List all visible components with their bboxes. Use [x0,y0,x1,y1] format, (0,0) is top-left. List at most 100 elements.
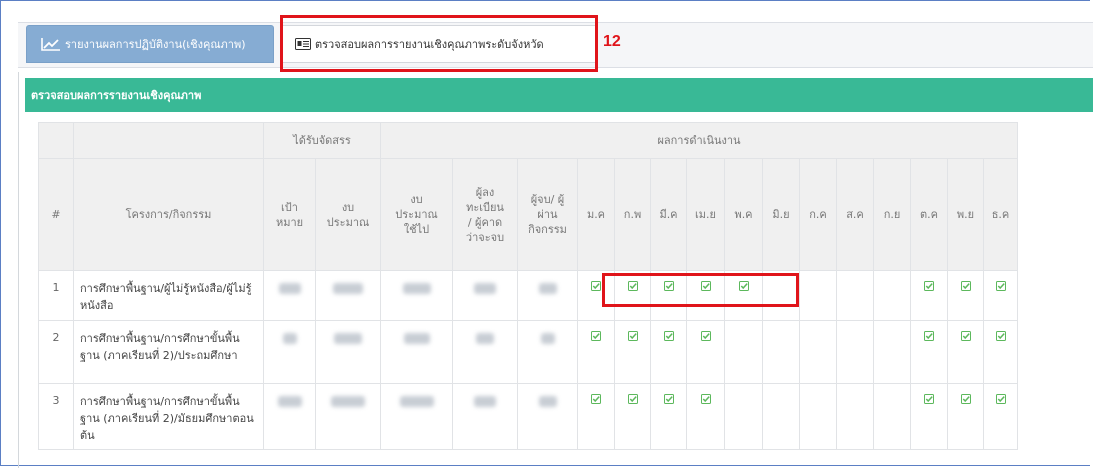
budget-used-value-blurred [380,383,453,450]
header-target: เป้า หมาย [263,158,316,271]
highlight-box-checks [602,273,799,307]
header-month: ม.ค [577,158,615,271]
month-status-cell [650,383,687,450]
month-status-cell [799,383,837,450]
month-status-cell [947,383,984,450]
header-month: มิ.ย [762,158,800,271]
month-status-cell [686,383,725,450]
month-status-cell [836,270,874,321]
month-status-cell [577,383,615,450]
checkbox-checked-icon [960,331,971,344]
budget-used-value-blurred [380,270,453,321]
month-status-cell [724,383,763,450]
header-index: # [38,158,74,271]
month-status-cell [873,320,911,384]
header-month: ต.ค [910,158,948,271]
month-status-cell [873,270,911,321]
graduated-value-blurred [517,383,578,450]
header-month: พ.ย [947,158,984,271]
month-status-cell [650,320,687,384]
header-registered: ผู้ลง ทะเบียน / ผู้คาด ว่าจะจบ [452,158,518,271]
registered-value-blurred [452,383,518,450]
registered-value-blurred [452,270,518,321]
checkbox-checked-icon [960,394,971,407]
row-index: 3 [38,383,74,450]
tab-quality-report[interactable]: รายงานผลการปฏิบัติงาน(เชิงคุณภาพ) [26,25,274,63]
line-chart-icon [41,38,60,51]
month-status-cell [614,383,651,450]
budget-used-value-blurred [380,320,453,384]
month-status-cell [983,270,1018,321]
registered-value-blurred [452,320,518,384]
checkbox-checked-icon [627,394,638,407]
graduated-value-blurred [517,270,578,321]
header-month: ก.พ [614,158,651,271]
month-status-cell [947,270,984,321]
target-value-blurred [263,270,316,321]
checkbox-checked-icon [591,281,601,294]
checkbox-checked-icon [700,394,711,407]
row-index: 2 [38,320,74,384]
budget-value-blurred [315,270,381,321]
header-month: ส.ค [836,158,874,271]
header-month: ธ.ค [983,158,1018,271]
header-month: พ.ค [724,158,763,271]
month-status-cell [947,320,984,384]
checkbox-checked-icon [960,281,971,294]
checkbox-checked-icon [663,331,674,344]
month-status-cell [983,320,1018,384]
checkbox-checked-icon [924,281,934,294]
header-allocated: ได้รับจัดสรร [263,122,381,159]
budget-value-blurred [315,383,381,450]
header-project: โครงการ/กิจกรรม [73,158,264,271]
budget-value-blurred [315,320,381,384]
panel-title: ตรวจสอบผลการรายงานเชิงคุณภาพ [25,78,1093,112]
month-status-cell [873,383,911,450]
checkbox-checked-icon [700,331,711,344]
header-month: ก.ค [799,158,837,271]
graduated-value-blurred [517,320,578,384]
checkbox-checked-icon [591,331,601,344]
checkbox-checked-icon [627,331,638,344]
checkbox-checked-icon [924,394,934,407]
month-status-cell [983,383,1018,450]
header-month: ก.ย [873,158,911,271]
header-month: มี.ค [650,158,687,271]
checkbox-checked-icon [995,281,1006,294]
table-row: 3 การศึกษาพื้นฐาน/การศึกษาขั้นพื้นฐาน (ภา… [38,383,1018,450]
header-budget: งบ ประมาณ [315,158,381,271]
month-status-cell [799,270,837,321]
month-status-cell [762,320,800,384]
project-name: การศึกษาพื้นฐาน/การศึกษาขั้นพื้นฐาน (ภาค… [73,383,264,450]
highlight-box-tab [280,15,598,72]
header-budget-used: งบ ประมาณ ใช้ไป [380,158,453,271]
project-name: การศึกษาพื้นฐาน/การศึกษาขั้นพื้นฐาน (ภาค… [73,320,264,384]
results-table: ได้รับจัดสรร ผลการดำเนินงาน # โครงการ/กิ… [38,122,1018,450]
checkbox-checked-icon [995,394,1006,407]
month-status-cell [836,383,874,450]
month-status-cell [762,383,800,450]
checkbox-checked-icon [591,394,601,407]
checkbox-checked-icon [995,331,1006,344]
header-month: เม.ย [686,158,725,271]
month-status-cell [724,320,763,384]
table-row: 1 การศึกษาพื้นฐาน/ผู้ไม่รู้หนังสือ/ผู้ไม่… [38,270,1018,321]
project-name: การศึกษาพื้นฐาน/ผู้ไม่รู้หนังสือ/ผู้ไม่ร… [73,270,264,321]
header-results: ผลการดำเนินงาน [380,122,1018,159]
month-status-cell [686,320,725,384]
row-index: 1 [38,270,74,321]
month-status-cell [614,320,651,384]
annotation-number: 12 [603,33,621,50]
target-value-blurred [263,383,316,450]
checkbox-checked-icon [663,394,674,407]
checkbox-checked-icon [924,331,934,344]
month-status-cell [577,320,615,384]
month-status-cell [910,270,948,321]
table-row: 2 การศึกษาพื้นฐาน/การศึกษาขั้นพื้นฐาน (ภา… [38,320,1018,384]
target-value-blurred [263,320,316,384]
header-graduated: ผู้จบ/ ผู้ผ่าน กิจกรรม [517,158,578,271]
month-status-cell [910,383,948,450]
month-status-cell [910,320,948,384]
month-status-cell [836,320,874,384]
tab-quality-report-label: รายงานผลการปฏิบัติงาน(เชิงคุณภาพ) [65,38,246,51]
